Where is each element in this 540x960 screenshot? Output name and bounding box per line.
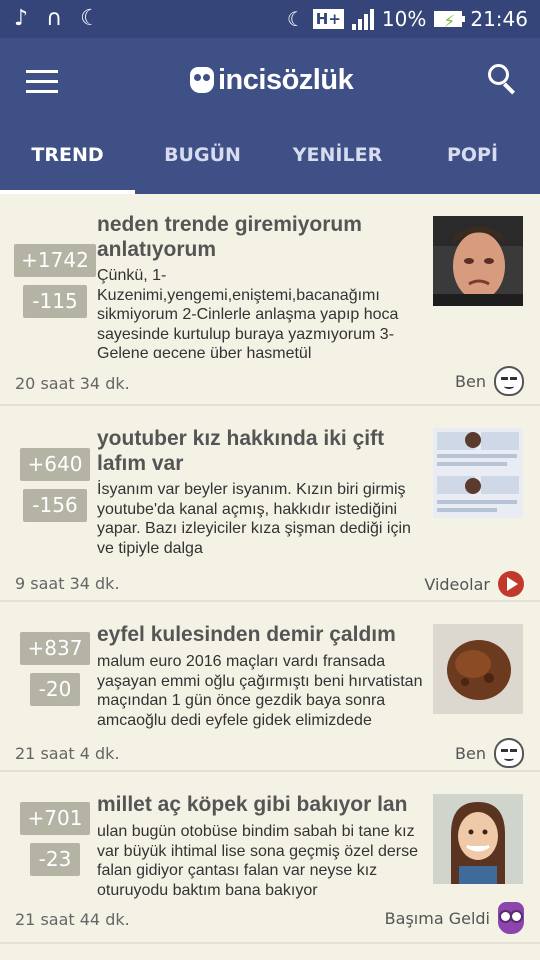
entry-title[interactable]: eyfel kulesinden demir çaldım [97, 622, 427, 647]
entry-thumbnail[interactable] [433, 794, 523, 884]
app-logo: incisözlük [190, 60, 354, 100]
search-icon[interactable] [488, 64, 518, 95]
upvote-button[interactable]: +701 [20, 802, 90, 835]
hamburger-menu-icon[interactable] [26, 70, 58, 94]
entry-time: 9 saat 34 dk. [15, 574, 120, 593]
entry-card[interactable]: +837 -20 eyfel kulesinden demir çaldım m… [0, 602, 540, 772]
app-bar: incisözlük TREND BUGÜN YENİLER POPİ [0, 38, 540, 194]
status-bar: ♪ ∩ ☾ ☾ H+ 10% ⚡ 21:46 [0, 0, 540, 38]
owl-logo-icon [190, 67, 214, 93]
entry-excerpt: Çünkü, 1-Kuzenimi,yengemi,eniştemi,bacan… [97, 267, 399, 358]
entry-time: 20 saat 34 dk. [15, 374, 130, 393]
moon-icon: ☾ [80, 6, 100, 31]
entry-category[interactable]: Başıma Geldi [385, 902, 524, 934]
play-icon [498, 571, 524, 597]
tab-trend[interactable]: TREND [0, 122, 135, 194]
vote-box: +1742 -115 [8, 244, 102, 326]
entry-excerpt: malum euro 2016 maçları vardı fransada y… [97, 653, 423, 729]
entry-card[interactable]: +640 -156 youtuber kız hakkında iki çift… [0, 406, 540, 602]
vote-box: +701 -23 [8, 802, 102, 884]
downvote-button[interactable]: -20 [30, 673, 80, 706]
entry-thumbnail[interactable] [433, 216, 523, 306]
signal-icon [351, 8, 374, 30]
owl-icon [498, 902, 524, 934]
upvote-button[interactable]: +837 [20, 632, 90, 665]
entry-title[interactable]: millet aç köpek gibi bakıyor lan [97, 792, 427, 817]
category-label: Ben [455, 371, 486, 391]
entry-time: 21 saat 44 dk. [15, 910, 130, 929]
tab-bugun[interactable]: BUGÜN [135, 122, 270, 194]
entry-category[interactable]: Ben [455, 738, 524, 768]
entry-title[interactable]: neden trende giremiyorum anlatıyorum [97, 212, 427, 262]
downvote-button[interactable]: -23 [30, 843, 80, 876]
app-title: incisözlük [218, 63, 354, 96]
mask-icon [494, 738, 524, 768]
do-not-disturb-icon: ☾ [286, 7, 305, 31]
battery-charging-icon: ⚡ [434, 11, 466, 32]
vote-box: +837 -20 [8, 632, 102, 714]
category-label: Başıma Geldi [384, 908, 490, 928]
mask-icon [494, 366, 524, 396]
headset-icon: ∩ [46, 6, 63, 31]
tab-popi[interactable]: POPİ [405, 122, 540, 194]
tab-yeniler[interactable]: YENİLER [270, 122, 405, 194]
entry-feed: +1742 -115 neden trende giremiyorum anla… [0, 194, 540, 944]
entry-category[interactable]: Videolar [424, 571, 524, 597]
entry-category[interactable]: Ben [455, 366, 524, 396]
network-type-badge: H+ [312, 9, 344, 29]
entry-title[interactable]: youtuber kız hakkında iki çift lafım var [97, 426, 427, 476]
tab-bar: TREND BUGÜN YENİLER POPİ [0, 122, 540, 194]
battery-percent: 10% [381, 7, 427, 31]
notification-icons: ♪ ∩ ☾ [14, 6, 100, 32]
entry-excerpt: ulan bugün otobüse bindim sabah bi tane … [97, 823, 419, 899]
vote-box: +640 -156 [8, 448, 102, 530]
entry-excerpt: İsyanım var beyler isyanım. Kızın biri g… [97, 481, 411, 557]
downvote-button[interactable]: -115 [23, 285, 87, 318]
entry-thumbnail[interactable] [433, 428, 523, 518]
category-label: Videolar [424, 574, 490, 594]
upvote-button[interactable]: +640 [20, 448, 90, 481]
downvote-button[interactable]: -156 [23, 489, 87, 522]
upvote-button[interactable]: +1742 [14, 244, 96, 277]
category-label: Ben [455, 743, 486, 763]
music-note-icon: ♪ [14, 6, 29, 31]
entry-time: 21 saat 4 dk. [15, 744, 120, 763]
entry-card[interactable]: +1742 -115 neden trende giremiyorum anla… [0, 194, 540, 406]
system-icons: ☾ H+ 10% ⚡ 21:46 [287, 6, 528, 32]
entry-card[interactable]: +701 -23 millet aç köpek gibi bakıyor la… [0, 772, 540, 944]
clock: 21:46 [470, 7, 528, 31]
entry-thumbnail[interactable] [433, 624, 523, 714]
